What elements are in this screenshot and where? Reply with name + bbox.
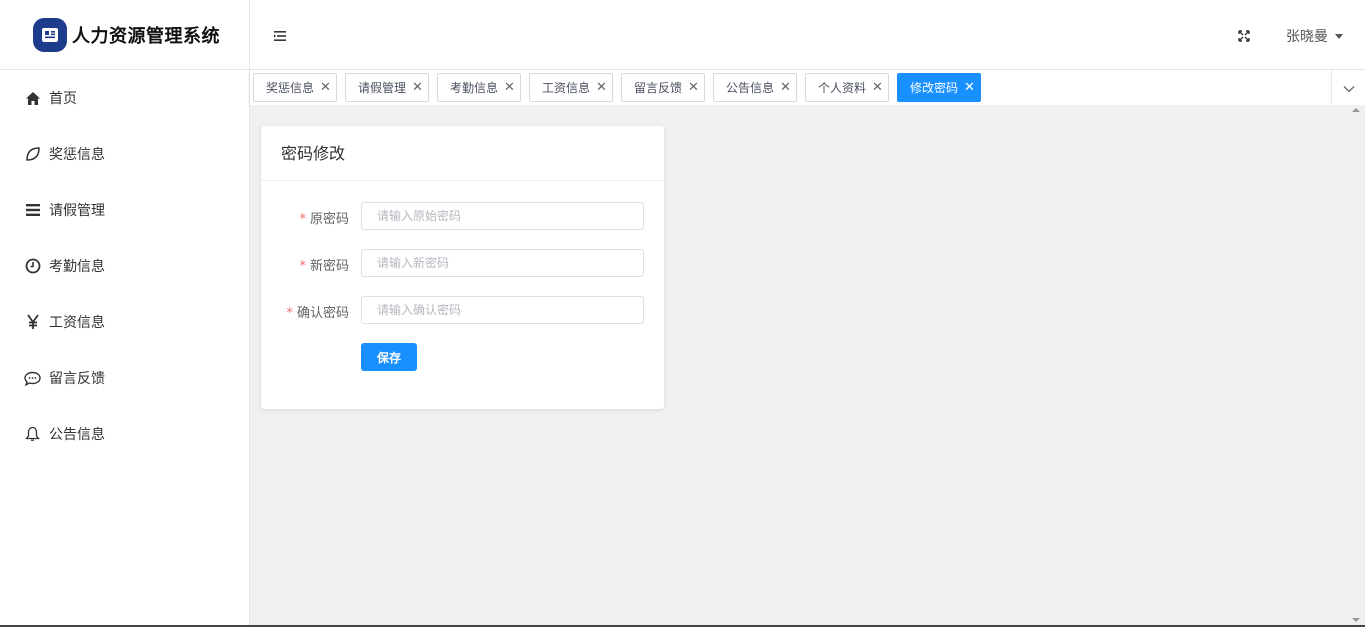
- tab-label: 考勤信息: [450, 81, 499, 95]
- sidebar-item-label: 公告信息: [49, 427, 105, 443]
- form-row-old-password: * 原密码: [261, 202, 664, 230]
- bell-icon: [24, 426, 41, 443]
- confirm-password-label: * 确认密码: [286, 306, 349, 321]
- card-title: 密码修改: [261, 126, 664, 181]
- sidebar-item-home[interactable]: 首页: [0, 70, 249, 126]
- menu-toggle-icon[interactable]: [273, 28, 287, 42]
- logo-icon: [33, 17, 67, 52]
- sidebar-menu: 首页 奖惩信息 请假管理 考勤信息 工资信息 留言反馈 公告信息: [0, 70, 249, 462]
- close-icon[interactable]: ✕: [596, 81, 607, 94]
- tab-profile[interactable]: 个人资料 ✕: [805, 73, 889, 102]
- top-header: 张晓曼: [250, 0, 1365, 70]
- clock-icon: [24, 258, 41, 275]
- tab-label: 工资信息: [542, 81, 591, 95]
- required-mark: *: [286, 306, 293, 321]
- scroll-up-icon[interactable]: [1352, 108, 1360, 112]
- user-name: 张晓曼: [1286, 29, 1328, 45]
- required-mark: *: [299, 212, 306, 227]
- sidebar: 人力资源管理系统 首页 奖惩信息 请假管理 考勤信息 工资信息 留言反馈 公告信…: [0, 0, 250, 627]
- close-icon[interactable]: ✕: [688, 81, 699, 94]
- fullscreen-icon[interactable]: [1237, 28, 1251, 42]
- caret-down-icon: [1335, 33, 1343, 39]
- close-icon[interactable]: ✕: [320, 81, 331, 94]
- main-content: 密码修改 * 原密码 * 新密码 * 确认密码 保存: [250, 105, 1365, 625]
- close-icon[interactable]: ✕: [504, 81, 515, 94]
- yen-icon: [24, 314, 41, 331]
- password-card: 密码修改 * 原密码 * 新密码 * 确认密码 保存: [261, 126, 664, 409]
- logo: 人力资源管理系统: [0, 0, 249, 70]
- sidebar-item-attendance[interactable]: 考勤信息: [0, 238, 249, 294]
- sidebar-item-label: 奖惩信息: [49, 147, 105, 163]
- form-row-confirm-password: * 确认密码: [261, 296, 664, 324]
- sidebar-item-label: 考勤信息: [49, 259, 105, 275]
- sidebar-item-salary[interactable]: 工资信息: [0, 294, 249, 350]
- tab-salary[interactable]: 工资信息 ✕: [529, 73, 613, 102]
- sidebar-item-rewards[interactable]: 奖惩信息: [0, 126, 249, 182]
- tab-label: 奖惩信息: [266, 81, 315, 95]
- sidebar-item-label: 请假管理: [49, 203, 105, 219]
- sidebar-item-notices[interactable]: 公告信息: [0, 406, 249, 462]
- tab-label: 公告信息: [726, 81, 775, 95]
- close-icon[interactable]: ✕: [780, 81, 791, 94]
- leaf-icon: [24, 146, 41, 163]
- tab-label: 留言反馈: [634, 81, 683, 95]
- tab-label: 修改密码: [910, 81, 959, 95]
- chevron-down-icon: [1343, 78, 1355, 97]
- form-row-new-password: * 新密码: [261, 249, 664, 277]
- close-icon[interactable]: ✕: [872, 81, 883, 94]
- tab-bar: 奖惩信息 ✕ 请假管理 ✕ 考勤信息 ✕ 工资信息 ✕ 留言反馈 ✕ 公告信息 …: [250, 70, 1365, 105]
- old-password-label: * 原密码: [299, 212, 349, 227]
- tab-attendance[interactable]: 考勤信息 ✕: [437, 73, 521, 102]
- close-icon[interactable]: ✕: [964, 81, 975, 94]
- list-icon: [24, 202, 41, 219]
- tab-label: 请假管理: [358, 81, 407, 95]
- old-password-input[interactable]: [361, 202, 644, 230]
- new-password-label: * 新密码: [299, 259, 349, 274]
- confirm-password-input[interactable]: [361, 296, 644, 324]
- sidebar-item-leave[interactable]: 请假管理: [0, 182, 249, 238]
- tab-feedback[interactable]: 留言反馈 ✕: [621, 73, 705, 102]
- tabs-more-button[interactable]: [1331, 70, 1365, 105]
- required-mark: *: [299, 259, 306, 274]
- tab-label: 个人资料: [818, 81, 867, 95]
- sidebar-item-label: 首页: [49, 91, 77, 107]
- user-dropdown[interactable]: 张晓曼: [1286, 26, 1343, 46]
- tab-notices[interactable]: 公告信息 ✕: [713, 73, 797, 102]
- sidebar-item-feedback[interactable]: 留言反馈: [0, 350, 249, 406]
- tab-change-password[interactable]: 修改密码 ✕: [897, 73, 981, 102]
- tab-rewards[interactable]: 奖惩信息 ✕: [253, 73, 337, 102]
- chat-icon: [24, 370, 41, 387]
- close-icon[interactable]: ✕: [412, 81, 423, 94]
- home-icon: [24, 90, 41, 107]
- new-password-input[interactable]: [361, 249, 644, 277]
- save-button[interactable]: 保存: [361, 343, 417, 371]
- tab-leave[interactable]: 请假管理 ✕: [345, 73, 429, 102]
- scroll-down-icon[interactable]: [1352, 618, 1360, 622]
- sidebar-item-label: 留言反馈: [49, 371, 105, 387]
- sidebar-item-label: 工资信息: [49, 315, 105, 331]
- app-title: 人力资源管理系统: [72, 25, 220, 47]
